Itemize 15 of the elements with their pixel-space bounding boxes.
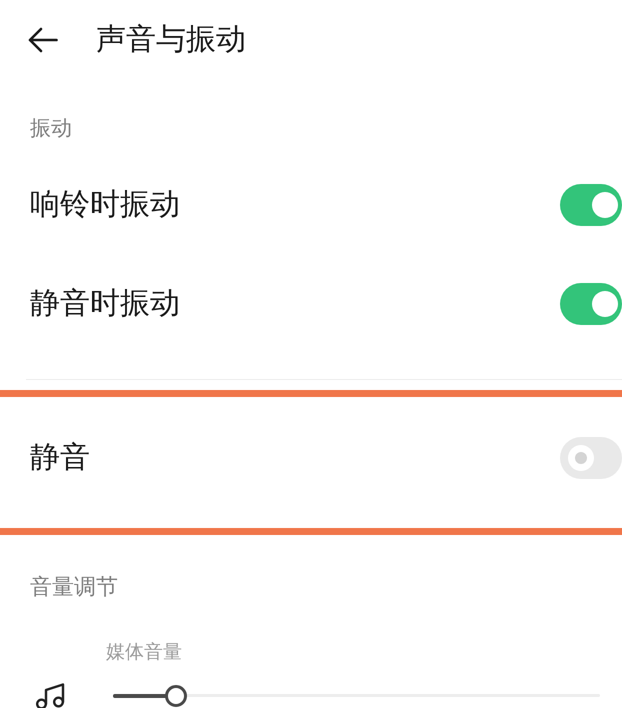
back-arrow-icon — [28, 27, 58, 53]
back-button[interactable] — [28, 27, 58, 53]
toggle-switch[interactable] — [560, 282, 622, 324]
toggle-switch[interactable] — [560, 437, 622, 479]
setting-label: 静音时振动 — [30, 288, 180, 318]
slider-label: 媒体音量 — [106, 642, 182, 662]
section-heading: 音量调节 — [30, 577, 118, 599]
section-heading: 振动 — [30, 118, 72, 138]
slider-thumb[interactable] — [165, 684, 188, 706]
setting-label: 响铃时振动 — [30, 190, 180, 220]
setting-label: 静音 — [30, 443, 90, 473]
music-note-icon — [33, 683, 66, 708]
slider-track[interactable] — [113, 684, 600, 706]
page-title: 声音与振动 — [96, 25, 246, 55]
toggle-switch[interactable] — [560, 184, 622, 226]
